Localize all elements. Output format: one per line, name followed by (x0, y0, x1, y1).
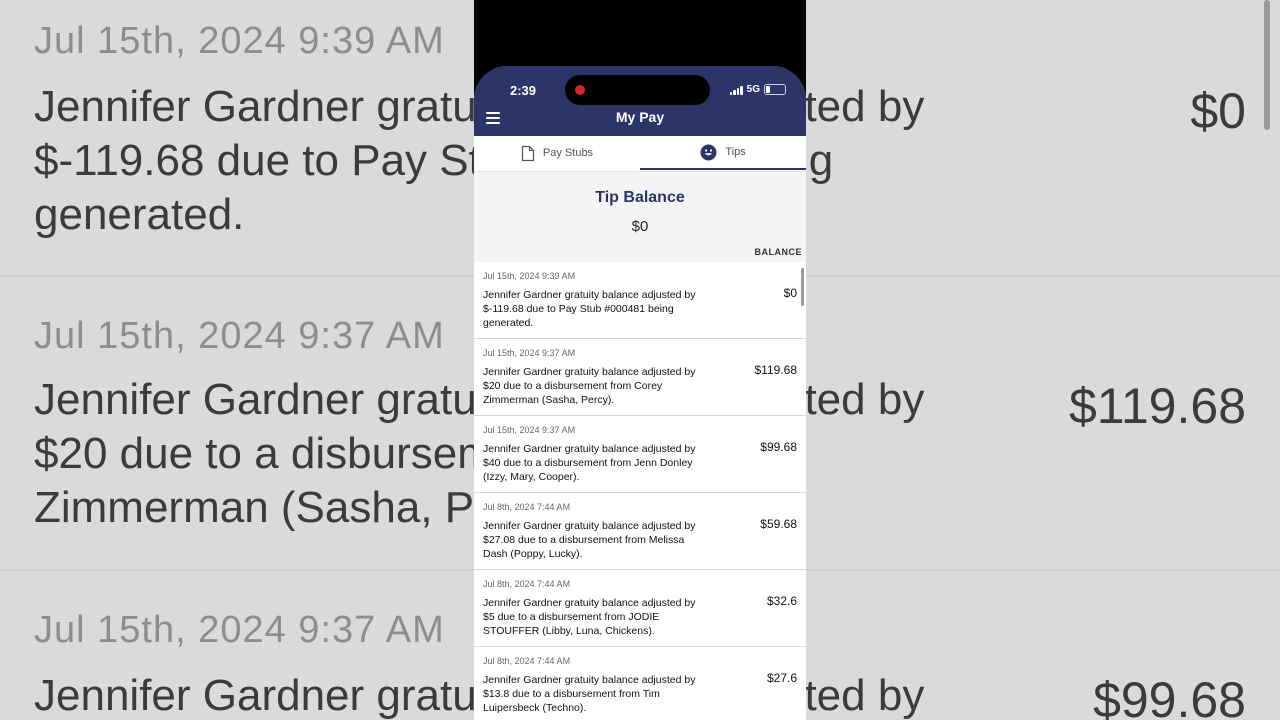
document-icon (521, 145, 535, 161)
tip-balance-summary: Tip Balance $0 BALANCE (474, 172, 806, 262)
tip-balance-title: Tip Balance (595, 189, 685, 206)
tab-bar: Pay Stubs Tips (474, 136, 806, 172)
bg-entry-date: Jul 15th, 2024 9:39 AM (34, 20, 445, 62)
bg-entry-amount: $99.68 (1093, 672, 1246, 720)
signal-icon (729, 85, 743, 95)
entry-balance: $0 (783, 286, 797, 300)
bg-entry-date: Jul 15th, 2024 9:37 AM (34, 609, 445, 651)
entry-date: Jul 15th, 2024 9:39 AM (483, 271, 576, 281)
tip-balance-amount: $0 (631, 218, 649, 235)
entry-description: Jennifer Gardner gratuity balance adjust… (483, 289, 696, 329)
dynamic-island (565, 75, 710, 105)
entry-date: Jul 15th, 2024 9:37 AM (483, 425, 576, 435)
recording-indicator-icon (575, 85, 585, 95)
app-header: 2:39 5G My Pay (474, 66, 806, 136)
tab-pay-stubs[interactable]: Pay Stubs (474, 136, 640, 170)
battery-icon (764, 84, 786, 95)
entry-balance: $27.6 (766, 671, 797, 685)
entry-description: Jennifer Gardner gratuity balance adjust… (483, 366, 696, 406)
status-time: 2:39 (510, 83, 537, 98)
entry-balance: $99.68 (760, 440, 797, 454)
list-scrollbar[interactable] (801, 268, 804, 306)
list-item[interactable]: Jul 8th, 2024 7:44 AM Jennifer Gardner g… (474, 647, 806, 720)
entry-balance: $59.68 (760, 517, 797, 531)
entry-description: Jennifer Gardner gratuity balance adjust… (483, 674, 696, 714)
entry-date: Jul 15th, 2024 9:37 AM (483, 348, 576, 358)
bg-entry-date: Jul 15th, 2024 9:37 AM (34, 315, 445, 357)
list-item[interactable]: Jul 15th, 2024 9:37 AM Jennifer Gardner … (474, 339, 806, 416)
tab-tips[interactable]: Tips (640, 136, 806, 170)
list-item[interactable]: Jul 8th, 2024 7:44 AM Jennifer Gardner g… (474, 493, 806, 570)
entry-balance: $119.68 (754, 363, 798, 377)
bg-entry-amount: $0 (1190, 83, 1246, 139)
tab-label: Pay Stubs (542, 147, 594, 159)
app-screen: 2:39 5G My Pay Pay Stubs Tips Tip Balanc… (474, 66, 806, 720)
list-item[interactable]: Jul 15th, 2024 9:37 AM Jennifer Gardner … (474, 416, 806, 493)
tip-history-list[interactable]: Jul 15th, 2024 9:39 AM Jennifer Gardner … (474, 262, 806, 720)
entry-date: Jul 8th, 2024 7:44 AM (483, 656, 571, 666)
entry-balance: $32.6 (766, 594, 797, 608)
page-title: My Pay (615, 109, 665, 125)
entry-date: Jul 8th, 2024 7:44 AM (483, 579, 571, 589)
entry-date: Jul 8th, 2024 7:44 AM (483, 502, 571, 512)
balance-column-header: BALANCE (754, 247, 802, 257)
entry-description: Jennifer Gardner gratuity balance adjust… (483, 443, 696, 483)
smiley-icon (700, 144, 717, 160)
tab-label: Tips (725, 146, 746, 158)
list-item[interactable]: Jul 15th, 2024 9:39 AM Jennifer Gardner … (474, 262, 806, 339)
bg-scrollbar (1264, 0, 1270, 130)
status-indicators: 5G (729, 84, 786, 95)
list-item[interactable]: Jul 8th, 2024 7:44 AM Jennifer Gardner g… (474, 570, 806, 647)
bg-entry-amount: $119.68 (1068, 378, 1246, 434)
phone-frame: 2:39 5G My Pay Pay Stubs Tips Tip Balanc… (474, 0, 806, 720)
network-label: 5G (746, 84, 760, 95)
entry-description: Jennifer Gardner gratuity balance adjust… (483, 597, 696, 637)
entry-description: Jennifer Gardner gratuity balance adjust… (483, 520, 696, 560)
